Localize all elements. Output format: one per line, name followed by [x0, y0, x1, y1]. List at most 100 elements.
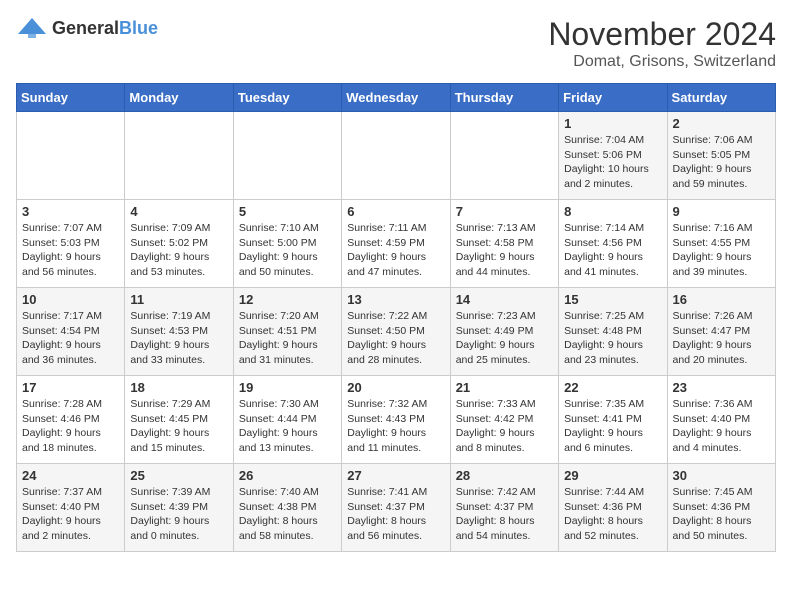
header-saturday: Saturday: [667, 84, 775, 112]
day-number: 16: [673, 292, 770, 307]
day-info: Sunrise: 7:40 AM Sunset: 4:38 PM Dayligh…: [239, 485, 336, 544]
day-info: Sunrise: 7:10 AM Sunset: 5:00 PM Dayligh…: [239, 221, 336, 280]
day-number: 18: [130, 380, 227, 395]
day-number: 4: [130, 204, 227, 219]
day-info: Sunrise: 7:44 AM Sunset: 4:36 PM Dayligh…: [564, 485, 661, 544]
day-number: 9: [673, 204, 770, 219]
calendar-cell: 2Sunrise: 7:06 AM Sunset: 5:05 PM Daylig…: [667, 112, 775, 200]
header-row: Sunday Monday Tuesday Wednesday Thursday…: [17, 84, 776, 112]
day-number: 5: [239, 204, 336, 219]
calendar-cell: 27 Sunrise: 7:41 AM Sunset: 4:37 PM Dayli…: [342, 464, 450, 552]
day-number: 8: [564, 204, 661, 219]
header-sunday: Sunday: [17, 84, 125, 112]
day-info: Sunrise: 7:23 AM Sunset: 4:49 PM Dayligh…: [456, 309, 553, 368]
calendar-row-0: 1 Sunrise: 7:04 AM Sunset: 5:06 PM Daylig…: [17, 112, 776, 200]
day-info: Sunrise: 7:17 AM Sunset: 4:54 PM Dayligh…: [22, 309, 119, 368]
calendar-cell: 22 Sunrise: 7:35 AM Sunset: 4:41 PM Dayli…: [559, 376, 667, 464]
logo-icon: [16, 16, 48, 40]
day-info: Sunrise: 7:09 AM Sunset: 5:02 PM Dayligh…: [130, 221, 227, 280]
calendar-cell: 6 Sunrise: 7:11 AM Sunset: 4:59 PM Daylig…: [342, 200, 450, 288]
day-number: 1: [564, 116, 661, 131]
header-wednesday: Wednesday: [342, 84, 450, 112]
calendar-cell: 8 Sunrise: 7:14 AM Sunset: 4:56 PM Daylig…: [559, 200, 667, 288]
title-area: November 2024 Domat, Grisons, Switzerlan…: [548, 16, 776, 71]
day-info: Sunrise: 7:33 AM Sunset: 4:42 PM Dayligh…: [456, 397, 553, 456]
day-info: Sunrise: 7:26 AM Sunset: 4:47 PM Dayligh…: [673, 309, 770, 368]
day-number: 29: [564, 468, 661, 483]
day-number: 13: [347, 292, 444, 307]
day-number: 30: [673, 468, 770, 483]
day-info: Sunrise: 7:20 AM Sunset: 4:51 PM Dayligh…: [239, 309, 336, 368]
day-info: Sunrise: 7:36 AM Sunset: 4:40 PM Dayligh…: [673, 397, 770, 456]
calendar-cell: [450, 112, 558, 200]
calendar-cell: 5 Sunrise: 7:10 AM Sunset: 5:00 PM Daylig…: [233, 200, 341, 288]
day-info: Sunrise: 7:14 AM Sunset: 4:56 PM Dayligh…: [564, 221, 661, 280]
day-number: 26: [239, 468, 336, 483]
calendar-row-4: 24Sunrise: 7:37 AM Sunset: 4:40 PM Dayli…: [17, 464, 776, 552]
day-info: Sunrise: 7:13 AM Sunset: 4:58 PM Dayligh…: [456, 221, 553, 280]
calendar-cell: 20Sunrise: 7:32 AM Sunset: 4:43 PM Dayli…: [342, 376, 450, 464]
calendar-cell: 16 Sunrise: 7:26 AM Sunset: 4:47 PM Dayli…: [667, 288, 775, 376]
calendar-cell: 25Sunrise: 7:39 AM Sunset: 4:39 PM Dayli…: [125, 464, 233, 552]
calendar-cell: 4 Sunrise: 7:09 AM Sunset: 5:02 PM Daylig…: [125, 200, 233, 288]
day-info: Sunrise: 7:41 AM Sunset: 4:37 PM Dayligh…: [347, 485, 444, 544]
calendar-cell: 30 Sunrise: 7:45 AM Sunset: 4:36 PM Dayli…: [667, 464, 775, 552]
calendar-cell: [125, 112, 233, 200]
day-number: 6: [347, 204, 444, 219]
day-info: Sunrise: 7:28 AM Sunset: 4:46 PM Dayligh…: [22, 397, 119, 456]
calendar-cell: 11Sunrise: 7:19 AM Sunset: 4:53 PM Dayli…: [125, 288, 233, 376]
day-number: 27: [347, 468, 444, 483]
day-info: Sunrise: 7:19 AM Sunset: 4:53 PM Dayligh…: [130, 309, 227, 368]
day-number: 22: [564, 380, 661, 395]
day-info: Sunrise: 7:22 AM Sunset: 4:50 PM Dayligh…: [347, 309, 444, 368]
day-number: 3: [22, 204, 119, 219]
day-number: 12: [239, 292, 336, 307]
logo: GeneralBlue: [16, 16, 158, 40]
day-info: Sunrise: 7:16 AM Sunset: 4:55 PM Dayligh…: [673, 221, 770, 280]
day-number: 28: [456, 468, 553, 483]
day-number: 14: [456, 292, 553, 307]
day-info: Sunrise: 7:30 AM Sunset: 4:44 PM Dayligh…: [239, 397, 336, 456]
day-info: Sunrise: 7:35 AM Sunset: 4:41 PM Dayligh…: [564, 397, 661, 456]
calendar-row-1: 3 Sunrise: 7:07 AM Sunset: 5:03 PM Daylig…: [17, 200, 776, 288]
calendar-subtitle: Domat, Grisons, Switzerland: [548, 53, 776, 71]
day-number: 17: [22, 380, 119, 395]
day-info: Sunrise: 7:04 AM Sunset: 5:06 PM Dayligh…: [564, 133, 661, 192]
calendar-cell: 28 Sunrise: 7:42 AM Sunset: 4:37 PM Dayli…: [450, 464, 558, 552]
calendar-title: November 2024: [548, 16, 776, 53]
header-thursday: Thursday: [450, 84, 558, 112]
calendar-cell: 3 Sunrise: 7:07 AM Sunset: 5:03 PM Daylig…: [17, 200, 125, 288]
day-info: Sunrise: 7:29 AM Sunset: 4:45 PM Dayligh…: [130, 397, 227, 456]
calendar-table: Sunday Monday Tuesday Wednesday Thursday…: [16, 83, 776, 552]
header-friday: Friday: [559, 84, 667, 112]
calendar-cell: 1 Sunrise: 7:04 AM Sunset: 5:06 PM Daylig…: [559, 112, 667, 200]
day-info: Sunrise: 7:39 AM Sunset: 4:39 PM Dayligh…: [130, 485, 227, 544]
day-number: 7: [456, 204, 553, 219]
calendar-cell: 7 Sunrise: 7:13 AM Sunset: 4:58 PM Daylig…: [450, 200, 558, 288]
day-number: 21: [456, 380, 553, 395]
day-number: 24: [22, 468, 119, 483]
calendar-header: Sunday Monday Tuesday Wednesday Thursday…: [17, 84, 776, 112]
day-info: Sunrise: 7:11 AM Sunset: 4:59 PM Dayligh…: [347, 221, 444, 280]
day-info: Sunrise: 7:07 AM Sunset: 5:03 PM Dayligh…: [22, 221, 119, 280]
calendar-cell: 17 Sunrise: 7:28 AM Sunset: 4:46 PM Dayli…: [17, 376, 125, 464]
calendar-cell: [17, 112, 125, 200]
calendar-cell: [342, 112, 450, 200]
calendar-cell: [233, 112, 341, 200]
day-number: 15: [564, 292, 661, 307]
logo-text-blue: Blue: [119, 18, 158, 38]
day-info: Sunrise: 7:32 AM Sunset: 4:43 PM Dayligh…: [347, 397, 444, 456]
calendar-cell: 26 Sunrise: 7:40 AM Sunset: 4:38 PM Dayli…: [233, 464, 341, 552]
day-info: Sunrise: 7:45 AM Sunset: 4:36 PM Dayligh…: [673, 485, 770, 544]
calendar-cell: 18 Sunrise: 7:29 AM Sunset: 4:45 PM Dayli…: [125, 376, 233, 464]
calendar-cell: 9 Sunrise: 7:16 AM Sunset: 4:55 PM Daylig…: [667, 200, 775, 288]
calendar-cell: 23 Sunrise: 7:36 AM Sunset: 4:40 PM Dayli…: [667, 376, 775, 464]
day-info: Sunrise: 7:42 AM Sunset: 4:37 PM Dayligh…: [456, 485, 553, 544]
calendar-cell: 15Sunrise: 7:25 AM Sunset: 4:48 PM Dayli…: [559, 288, 667, 376]
header-tuesday: Tuesday: [233, 84, 341, 112]
calendar-cell: 12 Sunrise: 7:20 AM Sunset: 4:51 PM Dayli…: [233, 288, 341, 376]
header: GeneralBlue November 2024 Domat, Grisons…: [16, 16, 776, 71]
calendar-row-3: 17 Sunrise: 7:28 AM Sunset: 4:46 PM Dayli…: [17, 376, 776, 464]
calendar-row-2: 10Sunrise: 7:17 AM Sunset: 4:54 PM Dayli…: [17, 288, 776, 376]
day-number: 23: [673, 380, 770, 395]
